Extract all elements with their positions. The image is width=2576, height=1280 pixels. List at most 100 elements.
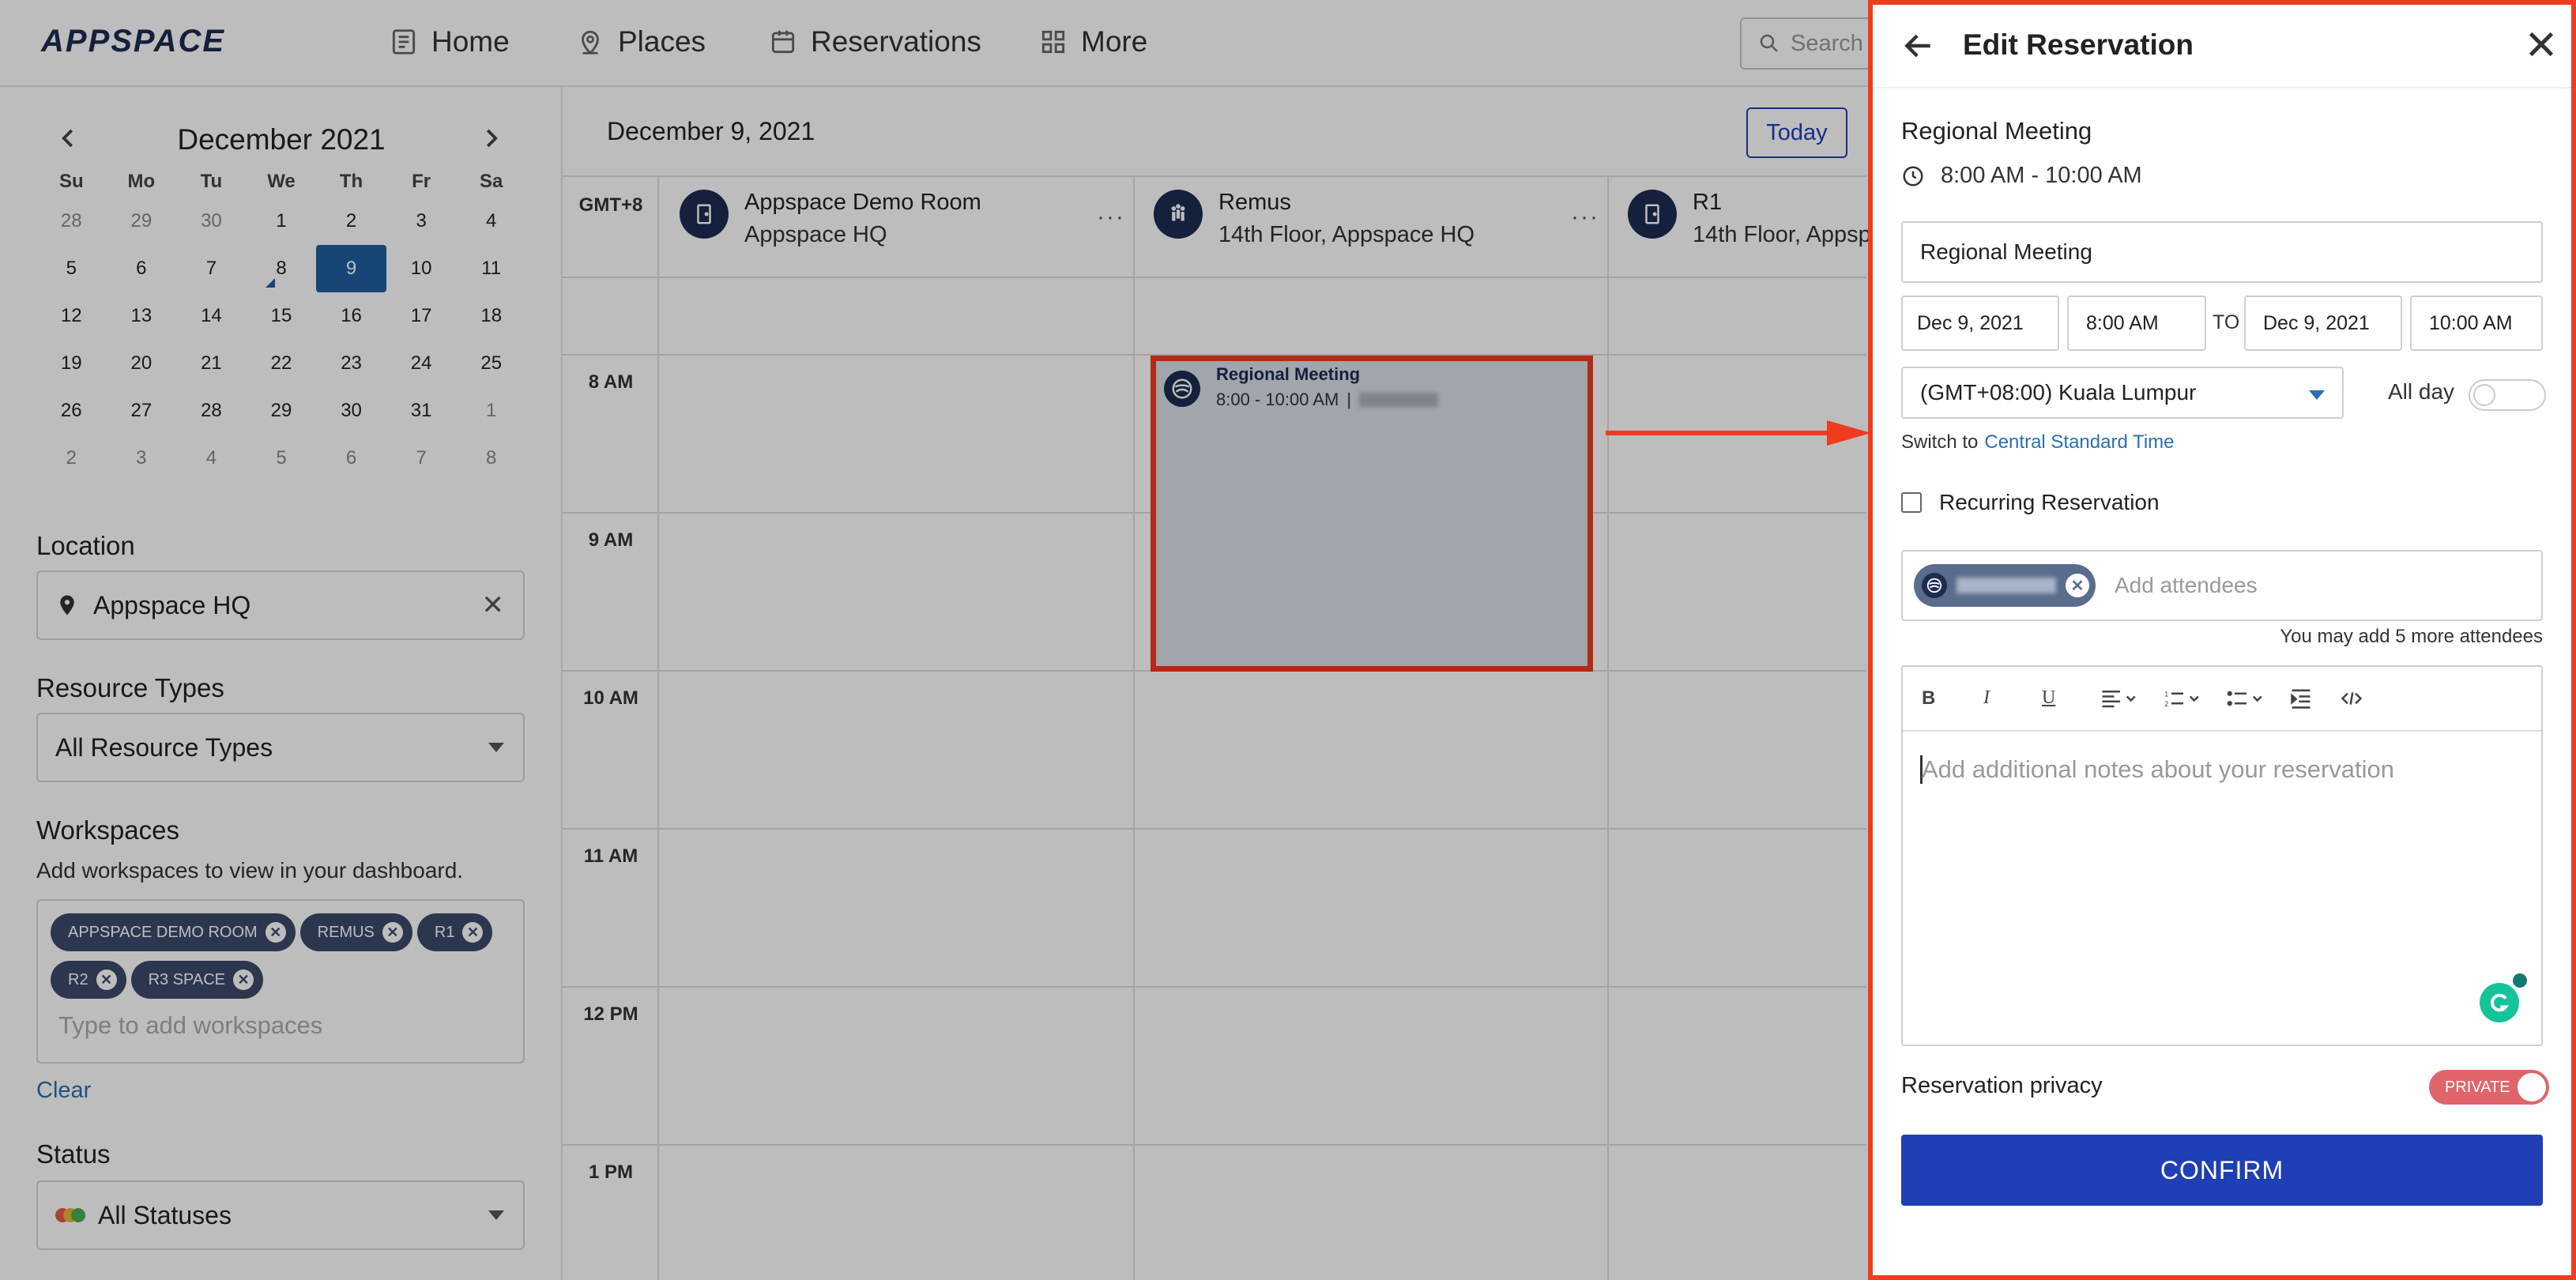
calendar-day[interactable]: 5 bbox=[247, 435, 317, 482]
calendar-day[interactable]: 11 bbox=[456, 245, 526, 292]
ordered-list-dropdown[interactable]: 12 bbox=[2164, 687, 2203, 715]
calendar-day-selected[interactable]: 9 bbox=[316, 245, 386, 292]
calendar-day[interactable]: 10 bbox=[386, 245, 457, 292]
calendar-day[interactable]: 27 bbox=[107, 387, 177, 435]
switch-timezone-link[interactable]: Central Standard Time bbox=[1984, 431, 2174, 454]
calendar-day[interactable]: 1 bbox=[247, 198, 317, 245]
calendar-day[interactable]: 14 bbox=[176, 292, 247, 340]
workspace-chip[interactable]: R3 SPACE ✕ bbox=[130, 961, 264, 999]
start-date-input[interactable]: Dec 9, 2021 bbox=[1901, 296, 2059, 351]
column-header-appspace-demo-room[interactable]: Appspace Demo Room Appspace HQ bbox=[680, 190, 981, 248]
calendar-day[interactable]: 8 bbox=[247, 245, 317, 292]
workspace-chip[interactable]: R1 ✕ bbox=[416, 913, 493, 951]
calendar-day[interactable]: 29 bbox=[107, 198, 177, 245]
status-select[interactable]: All Statuses bbox=[36, 1180, 525, 1250]
column-header-remus[interactable]: Remus 14th Floor, Appspace HQ bbox=[1154, 190, 1474, 248]
calendar-day[interactable]: 4 bbox=[456, 198, 526, 245]
remove-chip-icon[interactable]: ✕ bbox=[96, 969, 117, 990]
header-divider bbox=[563, 175, 1866, 177]
bullet-list-dropdown[interactable] bbox=[2227, 687, 2266, 715]
weekday-label: Fr bbox=[412, 171, 431, 192]
calendar-day[interactable]: 2 bbox=[316, 198, 386, 245]
remove-chip-icon[interactable]: ✕ bbox=[233, 969, 254, 990]
calendar-day[interactable]: 28 bbox=[36, 198, 107, 245]
calendar-day[interactable]: 21 bbox=[176, 340, 247, 387]
underline-button[interactable]: U bbox=[2042, 687, 2055, 709]
nav-reservations[interactable]: Reservations bbox=[768, 22, 981, 62]
workspaces-input[interactable]: APPSPACE DEMO ROOM ✕ REMUS ✕ R1 ✕ R2 ✕ R3 SPACE ✕… bbox=[36, 899, 525, 1064]
calendar-day[interactable]: 13 bbox=[107, 292, 177, 340]
grammarly-icon[interactable] bbox=[2480, 973, 2527, 1022]
indent-button[interactable] bbox=[2290, 687, 2312, 715]
calendar-day[interactable]: 6 bbox=[316, 435, 386, 482]
clear-workspaces-link[interactable]: Clear bbox=[36, 1078, 91, 1104]
resource-types-select[interactable]: All Resource Types bbox=[36, 713, 525, 782]
calendar-day[interactable]: 30 bbox=[316, 387, 386, 435]
calendar-day[interactable]: 26 bbox=[36, 387, 107, 435]
calendar-day[interactable]: 25 bbox=[456, 340, 526, 387]
confirm-button[interactable]: CONFIRM bbox=[1901, 1135, 2543, 1206]
recurring-checkbox[interactable] bbox=[1901, 492, 1922, 513]
remove-chip-icon[interactable]: ✕ bbox=[382, 922, 403, 943]
calendar-day[interactable]: 15 bbox=[247, 292, 317, 340]
all-day-toggle[interactable] bbox=[2469, 379, 2546, 411]
clear-location-icon[interactable]: ✕ bbox=[482, 589, 505, 621]
calendar-day[interactable]: 22 bbox=[247, 340, 317, 387]
calendar-day[interactable]: 16 bbox=[316, 292, 386, 340]
bold-button[interactable]: B bbox=[1922, 687, 1935, 710]
nav-more[interactable]: More bbox=[1038, 22, 1147, 62]
calendar-day[interactable]: 12 bbox=[36, 292, 107, 340]
calendar-day[interactable]: 18 bbox=[456, 292, 526, 340]
close-button[interactable] bbox=[2525, 28, 2557, 66]
workspace-chip[interactable]: R2 ✕ bbox=[51, 961, 126, 999]
location-select[interactable]: Appspace HQ ✕ bbox=[36, 570, 525, 640]
calendar-day[interactable]: 29 bbox=[247, 387, 317, 435]
attendees-input[interactable]: ✕ Add attendees bbox=[1901, 550, 2543, 621]
calendar-day[interactable]: 3 bbox=[386, 198, 457, 245]
calendar-day[interactable]: 30 bbox=[176, 198, 247, 245]
today-button[interactable]: Today bbox=[1746, 107, 1847, 158]
calendar-day[interactable]: 5 bbox=[36, 245, 107, 292]
next-month-button[interactable] bbox=[479, 125, 503, 160]
workspace-chip[interactable]: APPSPACE DEMO ROOM ✕ bbox=[51, 913, 296, 951]
notes-textarea[interactable]: Add additional notes about your reservat… bbox=[1922, 755, 2394, 784]
calendar-day[interactable]: 3 bbox=[107, 435, 177, 482]
prev-month-button[interactable] bbox=[57, 125, 81, 160]
column-header-r1[interactable]: R1 14th Floor, Appspa bbox=[1628, 190, 1884, 248]
remove-chip-icon[interactable]: ✕ bbox=[462, 922, 484, 943]
calendar-day[interactable]: 19 bbox=[36, 340, 107, 387]
nav-places[interactable]: Places bbox=[575, 22, 706, 62]
calendar-day[interactable]: 17 bbox=[386, 292, 457, 340]
calendar-day[interactable]: 6 bbox=[107, 245, 177, 292]
calendar-day[interactable]: 7 bbox=[176, 245, 247, 292]
event-regional-meeting[interactable]: Regional Meeting 8:00 - 10:00 AM | bbox=[1151, 356, 1593, 672]
remove-attendee-icon[interactable]: ✕ bbox=[2066, 574, 2089, 597]
calendar-day[interactable]: 8 bbox=[456, 435, 526, 482]
code-view-button[interactable] bbox=[2341, 687, 2363, 715]
attendee-chip[interactable]: ✕ bbox=[1914, 564, 2096, 607]
timezone-select[interactable]: (GMT+08:00) Kuala Lumpur bbox=[1901, 367, 2344, 419]
nav-home[interactable]: Home bbox=[389, 22, 510, 62]
end-time-input[interactable]: 10:00 AM bbox=[2410, 296, 2543, 351]
privacy-toggle[interactable]: PRIVATE bbox=[2429, 1070, 2549, 1105]
back-button[interactable] bbox=[1901, 28, 1936, 69]
end-date-input[interactable]: Dec 9, 2021 bbox=[2244, 296, 2402, 351]
calendar-day[interactable]: 2 bbox=[36, 435, 107, 482]
column-menu-icon[interactable]: ··· bbox=[1571, 204, 1599, 231]
workspace-chip[interactable]: REMUS ✕ bbox=[299, 913, 412, 951]
calendar-day[interactable]: 20 bbox=[107, 340, 177, 387]
calendar-day[interactable]: 4 bbox=[176, 435, 247, 482]
remove-chip-icon[interactable]: ✕ bbox=[265, 922, 286, 943]
reservation-name-input[interactable]: Regional Meeting bbox=[1901, 221, 2543, 283]
column-menu-icon[interactable]: ··· bbox=[1097, 204, 1125, 231]
align-dropdown[interactable] bbox=[2100, 687, 2140, 715]
appspace-logo[interactable]: APPSPACE bbox=[41, 24, 225, 59]
calendar-day[interactable]: 31 bbox=[386, 387, 457, 435]
start-time-input[interactable]: 8:00 AM bbox=[2067, 296, 2206, 351]
calendar-day[interactable]: 1 bbox=[456, 387, 526, 435]
calendar-day[interactable]: 7 bbox=[386, 435, 457, 482]
calendar-day[interactable]: 24 bbox=[386, 340, 457, 387]
calendar-day[interactable]: 23 bbox=[316, 340, 386, 387]
calendar-day[interactable]: 28 bbox=[176, 387, 247, 435]
italic-button[interactable]: I bbox=[1983, 687, 1990, 709]
